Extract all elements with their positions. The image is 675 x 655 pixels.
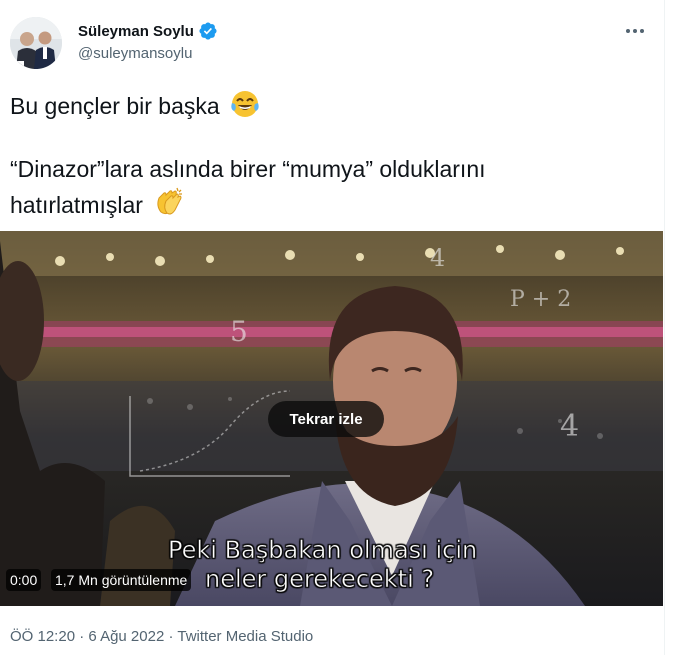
avatar-photo-icon bbox=[10, 17, 62, 69]
svg-text:4: 4 bbox=[430, 244, 445, 272]
replay-button[interactable]: Tekrar izle bbox=[268, 401, 384, 437]
user-handle[interactable]: @suleymansoylu bbox=[78, 45, 192, 62]
svg-text:4: 4 bbox=[560, 409, 579, 444]
tweet-text: Bu gençler bir başka bbox=[10, 93, 220, 119]
tweet-metadata: ÖÖ 12:20 · 6 Ağu 2022 · Twitter Media St… bbox=[10, 628, 313, 645]
clapping-hands-icon bbox=[153, 186, 185, 225]
video-subtitle-line-2: neler gerekecekti ? bbox=[205, 565, 435, 594]
tweet-card: Süleyman Soylu @suleymansoylu Bu gençler… bbox=[0, 0, 665, 655]
separator: · bbox=[164, 628, 178, 645]
tweet-source[interactable]: Twitter Media Studio bbox=[177, 628, 313, 645]
tweet-text-line-1: Bu gençler bir başka bbox=[10, 89, 260, 126]
video-view-count: 1,7 Mn görüntülenme bbox=[51, 569, 192, 591]
tweet-date[interactable]: 6 Ağu 2022 bbox=[88, 628, 164, 645]
video-subtitle-line-1: Peki Başbakan olması için bbox=[168, 536, 478, 565]
separator: · bbox=[75, 628, 89, 645]
tweet-text: hatırlatmışlar bbox=[10, 192, 143, 218]
avatar[interactable] bbox=[10, 17, 62, 69]
tweet-text-line-2: “Dinazor”lara aslında birer “mumya” oldu… bbox=[10, 156, 486, 182]
video-time: 0:00 bbox=[6, 569, 42, 591]
verified-badge-icon bbox=[199, 22, 217, 40]
tweet-text-line-3: hatırlatmışlar bbox=[10, 186, 185, 225]
video-player[interactable]: 5 P + 2 4 4 =2 21 Tekrar izle Peki Başba… bbox=[0, 231, 663, 606]
more-options-icon[interactable] bbox=[622, 20, 648, 42]
svg-text:P + 2: P + 2 bbox=[510, 287, 571, 312]
tweet-header: Süleyman Soylu @suleymansoylu bbox=[0, 0, 664, 80]
tweet-time[interactable]: ÖÖ 12:20 bbox=[10, 628, 75, 645]
svg-text:5: 5 bbox=[230, 315, 248, 348]
divider bbox=[664, 0, 665, 655]
display-name[interactable]: Süleyman Soylu bbox=[78, 23, 194, 40]
face-with-tears-of-joy-icon bbox=[230, 89, 260, 126]
